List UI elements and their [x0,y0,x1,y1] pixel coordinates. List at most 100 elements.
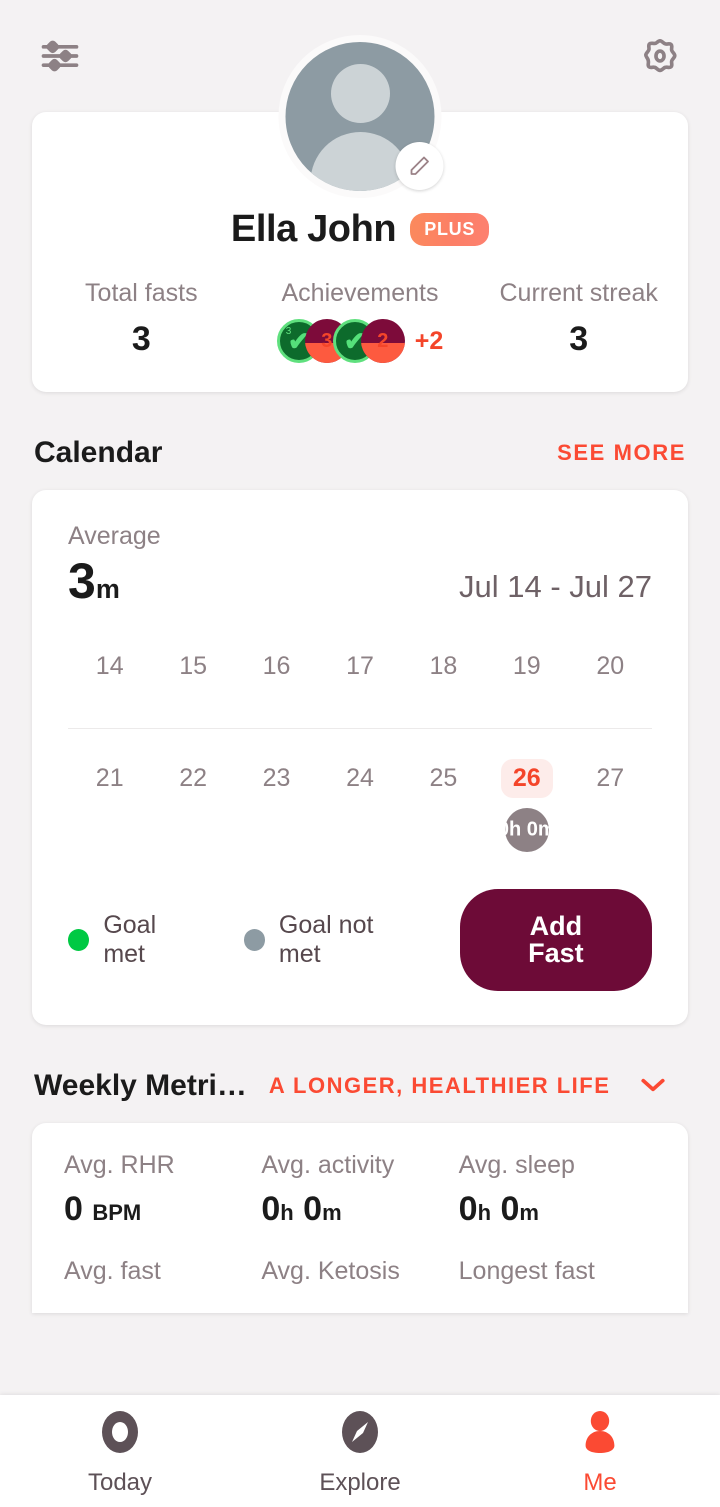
calendar-section-header: Calendar SEE MORE [34,436,686,470]
avatar[interactable] [278,35,444,198]
weekly-metrics-card: Avg. RHR 0 BPM Avg. activity 0h 0m Avg. … [32,1122,688,1313]
badge-mini-label: 3 [285,326,292,337]
see-more-button[interactable]: SEE MORE [557,440,686,466]
profile-name-row: Ella John PLUS [32,208,688,251]
metrics-row: Avg. fast Avg. Ketosis Longest fast [64,1257,656,1286]
weekly-metrics-title: Weekly Metri… [34,1068,247,1102]
achievement-badge-locked[interactable]: 2 [360,319,405,363]
calendar-day[interactable]: 17 [318,647,401,686]
stat-label: Total fasts [85,279,198,307]
metric-number-2: 0 [303,1189,323,1228]
stat-current-streak: Current streak 3 [469,279,688,364]
day-number: 19 [512,651,541,680]
app-screen: Ella John PLUS Total fasts 3 Achievement… [0,0,720,1507]
person-icon [585,1410,615,1453]
metric-value: 0h 0m [261,1190,458,1229]
day-number: 16 [262,651,291,680]
metric-label: Avg. Ketosis [261,1256,400,1285]
day-number: 26 [500,758,553,798]
day-number: 18 [429,651,458,680]
metric-avg-fast: Avg. fast [64,1257,261,1286]
legend-label: Goal not met [278,910,374,968]
average-value: 3m [68,553,161,611]
stat-total-fasts: Total fasts 3 [32,279,251,364]
plus-badge[interactable]: PLUS [410,213,490,246]
badge-number: 3 [321,330,333,352]
achievements-more-count[interactable]: +2 [415,327,444,356]
sliders-icon[interactable] [32,28,88,84]
calendar-day[interactable]: 14 [68,647,151,686]
metric-label: Avg. sleep [458,1150,575,1179]
metric-unit-2: m [322,1199,342,1225]
average-label: Average [68,522,161,550]
compass-icon [342,1410,378,1453]
calendar-day[interactable]: 22 [151,759,234,877]
day-number: 27 [596,763,625,792]
day-number: 20 [596,651,625,680]
gear-icon[interactable] [632,28,688,84]
average-number: 3 [68,553,96,609]
metric-number-2: 0 [500,1189,520,1228]
calendar-day[interactable]: 15 [151,647,234,686]
metric-label: Longest fast [458,1256,595,1285]
stat-value: 3 [569,320,589,358]
healthier-life-link[interactable]: A LONGER, HEALTHIER LIFE [269,1073,611,1099]
day-number: 14 [95,651,124,680]
calendar-day[interactable]: 18 [402,647,485,686]
metric-unit-2: m [519,1199,539,1225]
stat-label: Achievements [281,279,439,307]
calendar-legend-row: Goal met Goal not met Add Fast [68,888,652,991]
profile-stats: Total fasts 3 Achievements 3 ✔ 3 ✔ 2 +2 … [32,279,688,364]
metric-number: 0 [261,1189,281,1228]
metric-unit: h [477,1199,492,1225]
metric-avg-ketosis: Avg. Ketosis [261,1257,458,1286]
day-number: 15 [179,651,208,680]
calendar-day[interactable]: 16 [235,647,318,686]
avatar-head [330,64,390,123]
metrics-row: Avg. RHR 0 BPM Avg. activity 0h 0m Avg. … [64,1151,656,1229]
metric-unit: h [280,1199,294,1225]
calendar-day[interactable]: 25 [402,759,485,877]
legend-dot-icon [243,928,265,951]
nav-item-me[interactable]: Me [480,1406,720,1497]
calendar-day[interactable]: 23 [235,759,318,877]
add-fast-button[interactable]: Add Fast [459,888,652,991]
legend-goal-met: Goal met [68,911,202,969]
metric-longest-fast: Longest fast [459,1257,656,1286]
day-number: 23 [262,763,291,792]
nav-label: Explore [319,1468,401,1496]
nav-item-today[interactable]: Today [0,1406,240,1497]
stat-value: 3 [131,320,151,358]
average-unit: m [95,574,120,604]
achievement-badges[interactable]: 3 ✔ 3 ✔ 2 +2 [251,318,470,364]
page-title: Ella John [230,208,397,250]
nav-item-explore[interactable]: Explore [240,1406,480,1497]
calendar-day[interactable]: 21 [68,759,151,877]
stat-achievements[interactable]: Achievements 3 ✔ 3 ✔ 2 +2 [251,279,470,364]
profile-card: Ella John PLUS Total fasts 3 Achievement… [32,35,688,392]
metric-number: 0 [64,1189,83,1228]
metric-label: Avg. activity [261,1150,395,1179]
metric-unit: BPM [92,1199,142,1225]
calendar-day[interactable]: 27 [569,759,652,877]
metric-avg-activity: Avg. activity 0h 0m [261,1151,458,1229]
calendar-day[interactable]: 24 [318,759,401,877]
nav-label: Today [87,1468,153,1496]
day-number: 17 [346,651,374,680]
legend-label: Goal met [103,910,157,968]
bottom-navigation: Today Explore Me [0,1395,720,1507]
chevron-down-icon[interactable] [640,1075,666,1097]
calendar-day-today[interactable]: 26 0h 0m [485,758,568,877]
calendar-day[interactable]: 20 [569,647,652,686]
metric-value: 0h 0m [459,1190,656,1229]
day-fast-duration[interactable]: 0h 0m [498,807,556,852]
legend-goal-not-met: Goal not met [243,910,418,969]
day-number: 21 [95,763,124,792]
stat-label: Current streak [499,279,658,307]
calendar-day[interactable]: 19 [485,647,568,686]
day-fast-duration-label: 0h 0m [497,818,556,840]
calendar-card: Average 3m Jul 14 - Jul 27 14 15 16 17 1… [32,490,688,1025]
calendar-average-row: Average 3m Jul 14 - Jul 27 [68,522,652,611]
pencil-icon[interactable] [395,142,444,190]
metric-avg-sleep: Avg. sleep 0h 0m [459,1151,656,1229]
